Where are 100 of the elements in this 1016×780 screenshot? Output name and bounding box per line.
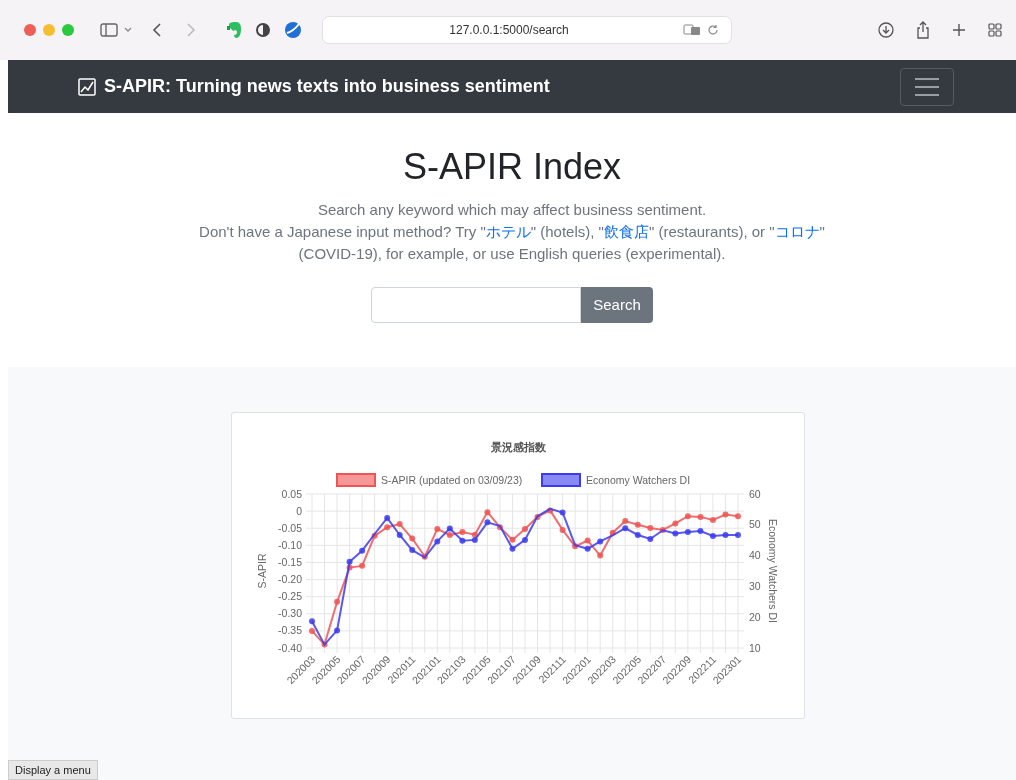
example-link[interactable]: 飲食店 xyxy=(603,223,649,240)
y2-tick-label: 50 xyxy=(749,518,761,531)
tooltip: Display a menu xyxy=(8,759,98,780)
elephant-icon[interactable] xyxy=(226,21,242,39)
plus-icon[interactable] xyxy=(952,23,966,37)
y-tick-label: -0.15 xyxy=(278,555,302,568)
data-point xyxy=(459,529,466,535)
data-point xyxy=(684,513,691,520)
data-point xyxy=(697,513,704,520)
data-point xyxy=(647,535,654,542)
y-axis-title: S-APIR xyxy=(256,553,268,589)
data-point xyxy=(597,552,604,559)
data-point xyxy=(484,509,491,516)
data-point xyxy=(509,545,516,552)
data-point xyxy=(559,526,566,533)
data-point xyxy=(597,538,604,545)
download-icon[interactable] xyxy=(878,22,894,38)
chevron-down-icon[interactable] xyxy=(124,27,132,33)
example-link[interactable]: コロナ xyxy=(774,223,820,240)
chart-title: 景況感指数 xyxy=(490,441,546,453)
data-point xyxy=(609,529,616,536)
chart-icon xyxy=(78,77,96,96)
data-point xyxy=(359,562,366,569)
back-icon[interactable] xyxy=(152,23,162,37)
shield-icon[interactable] xyxy=(256,22,270,38)
search-field[interactable] xyxy=(371,287,582,323)
data-point xyxy=(421,553,428,560)
data-point xyxy=(709,532,716,539)
y-tick-label: -0.30 xyxy=(278,607,302,620)
legend-label[interactable]: Economy Watchers DI xyxy=(586,474,691,486)
data-point xyxy=(722,511,729,518)
data-point xyxy=(484,519,491,526)
data-point xyxy=(522,525,528,532)
data-point xyxy=(534,513,541,520)
y2-tick-label: 40 xyxy=(749,549,761,562)
data-point xyxy=(396,531,403,538)
data-point xyxy=(684,528,691,535)
intro-text: Search any keyword which may affect business sentiment. xyxy=(317,200,707,220)
globe-icon[interactable] xyxy=(284,21,302,39)
data-point xyxy=(659,526,666,533)
hint-text: Don't have a Japanese input method? Try "ホテル" (hotels), "飲食店" (restaurants), or "コロナ" (COVID-19), for example, or use English queries (experimental). xyxy=(198,222,826,264)
data-point xyxy=(409,547,416,554)
close-window-icon[interactable] xyxy=(24,24,36,36)
legend-swatch[interactable] xyxy=(336,473,376,487)
data-point xyxy=(334,598,341,605)
y2-tick-label: 60 xyxy=(749,487,761,500)
reload-icon[interactable] xyxy=(707,24,719,36)
y2-tick-label: 20 xyxy=(749,610,761,623)
y-tick-label: -0.25 xyxy=(278,590,302,603)
y-tick-label: 0.05 xyxy=(281,487,302,500)
data-point xyxy=(559,509,566,516)
y-tick-label: -0.35 xyxy=(278,624,302,637)
data-point xyxy=(697,527,704,534)
y2-tick-label: 30 xyxy=(749,579,761,592)
data-point xyxy=(371,532,378,539)
maximize-window-icon[interactable] xyxy=(62,24,74,36)
data-point xyxy=(384,515,391,521)
y2-axis-title: Economy Watchers DI xyxy=(767,518,779,624)
legend-swatch[interactable] xyxy=(541,473,581,487)
data-point xyxy=(459,537,466,544)
data-point xyxy=(672,530,679,537)
brand-title[interactable]: S-APIR: Turning news texts into business sentiment xyxy=(104,73,550,100)
y-tick-label: 0 xyxy=(296,504,302,517)
y-tick-label: -0.10 xyxy=(278,538,302,551)
data-point xyxy=(647,524,654,531)
y-tick-label: -0.05 xyxy=(278,521,302,534)
data-point xyxy=(321,641,328,648)
data-point xyxy=(634,531,641,538)
data-point xyxy=(509,536,516,543)
data-point xyxy=(547,507,554,514)
menu-button[interactable] xyxy=(900,67,954,106)
data-point xyxy=(672,520,679,527)
search-button[interactable]: Search xyxy=(581,287,653,323)
legend-label[interactable]: S-APIR (updated on 03/09/23) xyxy=(381,474,523,486)
data-point xyxy=(572,543,579,550)
tab-overview-icon[interactable] xyxy=(988,23,1002,37)
data-point xyxy=(396,521,403,528)
data-point xyxy=(384,524,391,531)
y-tick-label: -0.40 xyxy=(278,641,302,654)
data-point xyxy=(309,627,315,634)
data-point xyxy=(434,538,441,545)
data-point xyxy=(359,547,366,554)
data-point xyxy=(634,521,641,528)
data-point xyxy=(722,531,729,538)
page-title: S-APIR Index xyxy=(402,145,622,189)
data-point xyxy=(735,531,741,538)
data-point xyxy=(409,535,416,542)
address-bar[interactable]: 127.0.0.1:5000/search xyxy=(322,16,732,44)
sidebar-icon[interactable] xyxy=(100,23,118,37)
data-point xyxy=(496,524,503,531)
y-tick-label: -0.20 xyxy=(278,573,302,586)
share-icon[interactable] xyxy=(916,21,930,39)
example-link[interactable]: ホテル xyxy=(485,223,531,240)
y2-tick-label: 10 xyxy=(749,641,761,654)
data-point xyxy=(434,525,441,532)
data-point xyxy=(709,517,716,523)
data-point xyxy=(735,513,741,520)
translate-icon[interactable] xyxy=(683,24,701,36)
data-point xyxy=(309,618,315,625)
data-point xyxy=(334,627,341,634)
